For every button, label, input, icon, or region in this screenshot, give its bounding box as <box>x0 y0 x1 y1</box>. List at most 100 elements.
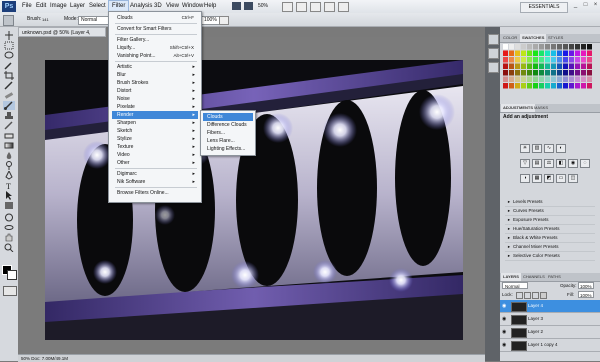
history-brush-tool-icon[interactable] <box>3 121 15 130</box>
swatch-cell[interactable] <box>545 70 550 76</box>
filter-menu-item[interactable]: Nik Software ▸ <box>112 178 198 186</box>
brush-tool-icon[interactable] <box>3 101 15 110</box>
3d-rotate-tool-icon[interactable] <box>3 213 15 222</box>
swatch-cell[interactable] <box>509 50 514 57</box>
swatch-cell[interactable] <box>515 50 520 57</box>
clone-stamp-tool-icon[interactable] <box>3 111 15 120</box>
swatch-cell[interactable] <box>563 57 568 63</box>
blur-tool-icon[interactable] <box>3 151 15 160</box>
bridge-icon[interactable] <box>232 2 241 10</box>
swatch-cell[interactable] <box>569 50 574 57</box>
swatch-cell[interactable] <box>545 44 550 50</box>
gradient-map-icon[interactable]: ▭ <box>556 174 566 183</box>
swatch-cell[interactable] <box>509 83 514 89</box>
invert-icon[interactable]: ◑ <box>520 174 530 183</box>
tab-layers[interactable]: LAYERS <box>501 273 521 281</box>
swatch-cell[interactable] <box>551 50 556 57</box>
channel-mixer-icon[interactable]: ◌ <box>580 159 590 168</box>
path-selection-tool-icon[interactable] <box>3 191 15 200</box>
lasso-tool-icon[interactable] <box>3 51 15 60</box>
swatch-cell[interactable] <box>527 83 532 89</box>
swatch-cell[interactable] <box>533 83 538 89</box>
swatch-cell[interactable] <box>569 76 574 83</box>
vibrance-icon[interactable]: ▽ <box>520 159 530 168</box>
swatch-cell[interactable] <box>587 44 592 50</box>
gradient-tool-icon[interactable] <box>3 141 15 150</box>
swatch-cell[interactable] <box>587 70 592 76</box>
swatch-cell[interactable] <box>557 70 562 76</box>
swatch-cell[interactable] <box>527 63 532 70</box>
filter-menu-item[interactable]: Stylize ▸ <box>112 135 198 143</box>
swatch-cell[interactable] <box>503 50 508 57</box>
visibility-eye-icon[interactable]: ◉ <box>502 316 508 322</box>
pen-tool-icon[interactable] <box>3 171 15 180</box>
selective-color-icon[interactable]: ◫ <box>568 174 578 183</box>
tab-paths[interactable]: PATHS <box>546 273 563 281</box>
swatch-cell[interactable] <box>545 63 550 70</box>
swatch-cell[interactable] <box>527 44 532 50</box>
expand-triangle-icon[interactable]: ▸ <box>505 225 513 233</box>
swatch-cell[interactable] <box>545 76 550 83</box>
swatch-cell[interactable] <box>551 70 556 76</box>
swatch-cell[interactable] <box>515 76 520 83</box>
rotate-view-icon[interactable] <box>310 2 321 12</box>
quick-mask-icon[interactable] <box>3 286 17 296</box>
lock-all-icon[interactable] <box>540 292 547 299</box>
eraser-tool-icon[interactable] <box>3 131 15 140</box>
layer-row[interactable]: ◉ Layer 4 <box>500 300 600 313</box>
filter-menu-item[interactable]: Sketch ▸ <box>112 127 198 135</box>
zoom-level[interactable]: 50% <box>258 3 268 9</box>
swatch-cell[interactable] <box>551 76 556 83</box>
exposure-icon[interactable]: ◐ <box>556 144 566 153</box>
swatch-cell[interactable] <box>575 44 580 50</box>
close-icon[interactable]: × <box>592 2 599 9</box>
quick-selection-tool-icon[interactable] <box>3 61 15 70</box>
render-menu-item[interactable]: Lighting Effects... <box>203 145 253 153</box>
filter-menu-item[interactable]: Browse Filters Online... <box>112 189 198 197</box>
visibility-eye-icon[interactable]: ◉ <box>502 303 508 309</box>
adjustment-preset-item[interactable]: ▸ Exposure Presets <box>505 216 595 225</box>
swatch-cell[interactable] <box>581 63 586 70</box>
swatch-cell[interactable] <box>515 83 520 89</box>
swatch-cell[interactable] <box>521 63 526 70</box>
filter-menu-item[interactable]: Clouds Ctrl+F <box>112 14 198 22</box>
swatch-cell[interactable] <box>557 44 562 50</box>
swatch-cell[interactable] <box>575 83 580 89</box>
expand-triangle-icon[interactable]: ▸ <box>505 207 513 215</box>
filter-menu-item[interactable]: Brush Strokes ▸ <box>112 79 198 87</box>
swatch-cell[interactable] <box>569 44 574 50</box>
filter-menu-item[interactable]: Pixelate ▸ <box>112 103 198 111</box>
swatch-cell[interactable] <box>581 83 586 89</box>
filter-menu-item[interactable]: Digimarc ▸ <box>112 170 198 178</box>
swatch-cell[interactable] <box>557 83 562 89</box>
swatch-cell[interactable] <box>527 57 532 63</box>
swatch-cell[interactable] <box>539 63 544 70</box>
screen-mode-icon[interactable] <box>338 2 349 12</box>
swatch-cell[interactable] <box>587 83 592 89</box>
swatch-cell[interactable] <box>539 50 544 57</box>
swatch-cell[interactable] <box>527 70 532 76</box>
adjustment-preset-item[interactable]: ▸ Hue/Saturation Presets <box>505 225 595 234</box>
swatch-cell[interactable] <box>551 44 556 50</box>
marquee-tool-icon[interactable] <box>3 41 15 50</box>
swatch-cell[interactable] <box>569 83 574 89</box>
zoom-tool-icon[interactable] <box>296 2 307 12</box>
swatch-cell[interactable] <box>557 63 562 70</box>
3d-orbit-tool-icon[interactable] <box>3 223 15 232</box>
tab-color[interactable]: COLOR <box>501 34 519 42</box>
swatch-cell[interactable] <box>533 44 538 50</box>
filter-menu-item[interactable]: Texture ▸ <box>112 143 198 151</box>
swatch-cell[interactable] <box>503 76 508 83</box>
tab-adjustments[interactable]: ADJUSTMENTS <box>501 104 536 112</box>
swatch-cell[interactable] <box>515 44 520 50</box>
layer-opacity-field[interactable]: 100% <box>578 282 594 289</box>
tab-masks[interactable]: MASKS <box>532 104 550 112</box>
filter-menu-item[interactable]: Distort ▸ <box>112 87 198 95</box>
swatch-cell[interactable] <box>587 57 592 63</box>
move-tool-icon[interactable] <box>3 31 15 40</box>
actions-panel-icon[interactable] <box>488 48 499 59</box>
swatch-grid[interactable] <box>503 44 595 94</box>
tab-channels[interactable]: CHANNELS <box>521 273 547 281</box>
blend-mode-select[interactable]: Normal <box>502 282 528 289</box>
dodge-tool-icon[interactable] <box>3 161 15 170</box>
